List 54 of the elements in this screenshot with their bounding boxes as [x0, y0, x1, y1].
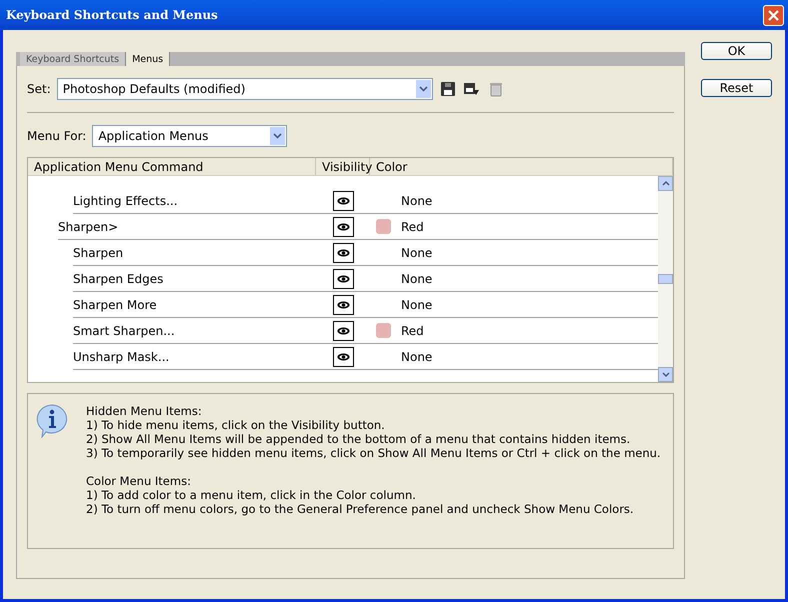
color-name: None: [401, 298, 432, 312]
eye-icon: [336, 222, 350, 230]
color-name: None: [401, 194, 432, 208]
visibility-toggle[interactable]: [332, 320, 354, 340]
menu-command: Unsharp Mask...: [73, 348, 170, 366]
set-label: Set:: [27, 82, 51, 96]
color-name: Red: [401, 324, 424, 338]
floppy-arrow-icon: [464, 82, 480, 96]
eye-icon: [336, 352, 350, 360]
dialog-button[interactable]: Reset: [701, 79, 772, 97]
eye-icon: [336, 326, 350, 334]
color-name: None: [401, 246, 432, 260]
menu-command: Sharpen: [73, 244, 124, 262]
color-name: None: [401, 350, 432, 364]
scroll-down-button[interactable]: [658, 367, 673, 382]
info-icon: [36, 404, 68, 438]
close-icon: [768, 10, 779, 20]
scrollbar-thumb[interactable]: [658, 274, 673, 284]
visibility-toggle[interactable]: [332, 216, 354, 236]
menu-command: Smart Sharpen...: [73, 322, 176, 340]
dialog-button[interactable]: OK: [701, 42, 772, 60]
chevron-down-icon: [662, 372, 670, 377]
color-name: None: [401, 272, 432, 286]
column-header: Visibility: [316, 158, 370, 175]
eye-icon: [336, 196, 350, 204]
tab[interactable]: Menus: [126, 52, 170, 66]
trash-can-icon: [490, 82, 502, 96]
color-name: Red: [401, 220, 424, 234]
help-text: Color Menu Items: 1) To add color to a menu item, click in the Color column. 2) To turn off menu colors, go to the General Preference panel and uncheck Show Menu Colors.: [86, 474, 635, 516]
menu-for-dropdown[interactable]: Application Menus: [92, 125, 288, 147]
set-dropdown[interactable]: Photoshop Defaults (modified): [56, 78, 433, 100]
chevron-down-icon: [273, 133, 282, 139]
visibility-toggle[interactable]: [332, 294, 354, 314]
help-text: Hidden Menu Items: 1) To hide menu items, click on the Visibility button. 2) Show All Menu Items will be appended to the bottom of a menu that contains hidden items. 3) To temporarily see hidden menu items, click on Show All Menu Items or Ctrl + click on the menu.: [86, 404, 661, 460]
tab[interactable]: Keyboard Shortcuts: [20, 52, 126, 66]
menu-command: Lighting Effects...: [73, 192, 179, 210]
save-button[interactable]: [438, 80, 457, 98]
menu-command: Sharpen Edges: [73, 270, 164, 288]
eye-icon: [336, 300, 350, 308]
menu-command: Sharpen>: [58, 218, 120, 236]
eye-icon: [336, 274, 350, 282]
menu-command: Sharpen More: [73, 296, 158, 314]
close-button[interactable]: [763, 4, 784, 26]
visibility-toggle[interactable]: [332, 190, 354, 210]
window-title: Keyboard Shortcuts and Menus: [6, 8, 218, 22]
chevron-up-icon: [662, 181, 670, 186]
visibility-toggle[interactable]: [332, 346, 354, 366]
chevron-down-icon: [418, 86, 428, 92]
column-header: Application Menu Command: [28, 158, 316, 175]
visibility-toggle[interactable]: [332, 242, 354, 262]
visibility-toggle[interactable]: [332, 268, 354, 288]
scroll-up-button[interactable]: [658, 176, 673, 191]
eye-icon: [336, 248, 350, 256]
menu-for-label: Menu For:: [27, 129, 86, 143]
